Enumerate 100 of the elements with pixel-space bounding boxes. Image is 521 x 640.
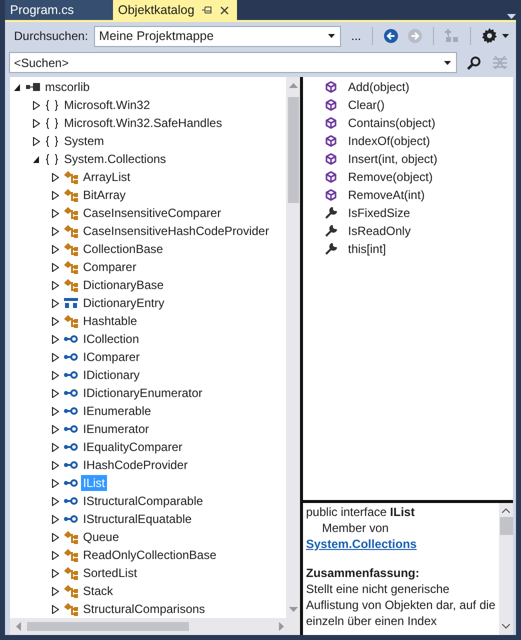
expander-icon[interactable] <box>52 334 59 344</box>
class-icon <box>64 206 78 220</box>
tree-item[interactable]: SortedList <box>81 565 140 581</box>
back-icon[interactable] <box>384 29 398 43</box>
tree-item[interactable]: IComparer <box>81 349 142 365</box>
expander-icon[interactable] <box>52 226 59 236</box>
member-item[interactable]: this[int] <box>348 242 386 256</box>
tree-item[interactable]: CollectionBase <box>81 241 166 257</box>
tree-item[interactable]: IEnumerable <box>81 403 154 419</box>
expander-icon[interactable] <box>52 172 59 182</box>
namespace-link[interactable]: System.Collections <box>306 537 417 551</box>
member-item[interactable]: Clear() <box>348 98 385 112</box>
tree-item[interactable]: System.Collections <box>62 151 168 167</box>
expander-icon[interactable] <box>52 478 59 488</box>
tree-item[interactable]: CaseInsensitiveComparer <box>81 205 224 221</box>
document-tab[interactable]: Program.cs <box>5 0 113 20</box>
tree-item[interactable]: CaseInsensitiveHashCodeProvider <box>81 223 272 239</box>
tree-item[interactable]: mscorlib <box>43 79 92 95</box>
class-icon <box>64 566 78 580</box>
expander-icon[interactable] <box>52 352 59 362</box>
interface-icon <box>64 515 78 523</box>
scroll-down-icon[interactable] <box>502 624 510 629</box>
class-icon <box>64 188 78 202</box>
assembly-icon <box>26 83 40 91</box>
expander-icon[interactable] <box>33 136 40 146</box>
tree-item[interactable]: BitArray <box>81 187 128 203</box>
tree-item[interactable]: ICollection <box>81 331 142 347</box>
expander-icon[interactable] <box>33 118 40 128</box>
tree-item[interactable]: IEqualityComparer <box>81 439 184 455</box>
member-item[interactable]: Insert(int, object) <box>348 152 438 166</box>
interface-icon <box>64 479 78 487</box>
search-icon[interactable] <box>467 56 481 70</box>
expander-icon[interactable] <box>52 568 59 578</box>
class-icon <box>64 260 78 274</box>
expander-icon[interactable] <box>52 298 59 308</box>
expander-icon[interactable] <box>52 550 59 560</box>
caret-icon[interactable] <box>502 34 509 38</box>
expander-icon[interactable] <box>33 100 40 110</box>
tree-item[interactable]: IStructuralComparable <box>81 493 206 509</box>
interface-icon <box>64 353 78 361</box>
tree-item[interactable]: DictionaryBase <box>81 277 166 293</box>
expander-icon[interactable] <box>52 244 59 254</box>
tree-item[interactable]: IStructuralEquatable <box>81 511 194 527</box>
scroll-thumb[interactable] <box>500 517 512 535</box>
tree-item[interactable]: StructuralComparisons <box>81 601 208 617</box>
expander-icon[interactable] <box>52 586 59 596</box>
tree-item[interactable]: Microsoft.Win32.SafeHandles <box>62 115 224 131</box>
settings-icon[interactable] <box>482 28 498 44</box>
expander-icon[interactable] <box>52 460 59 470</box>
member-item[interactable]: IsReadOnly <box>348 224 411 238</box>
browse-dropdown[interactable]: Meine Projektmappe <box>94 26 342 46</box>
member-item[interactable]: Remove(object) <box>348 170 433 184</box>
tree-item[interactable]: IEnumerator <box>81 421 152 437</box>
scrollbar[interactable] <box>10 618 300 635</box>
tree-item[interactable]: Microsoft.Win32 <box>62 97 152 113</box>
member-item[interactable]: IsFixedSize <box>348 206 410 220</box>
tree-item[interactable]: Comparer <box>81 259 138 275</box>
browse-more-button[interactable]: ... <box>349 29 364 43</box>
expander-icon[interactable] <box>33 154 40 164</box>
expander-icon[interactable] <box>52 496 59 506</box>
expander-icon[interactable] <box>52 262 59 272</box>
document-tab[interactable]: Objektkatalog <box>113 0 238 20</box>
expander-icon[interactable] <box>52 406 59 416</box>
member-item[interactable]: Contains(object) <box>348 116 436 130</box>
pin-icon[interactable] <box>202 6 212 14</box>
tree-item[interactable]: IDictionary <box>81 367 142 383</box>
member-item[interactable]: RemoveAt(int) <box>348 188 425 202</box>
expander-icon[interactable] <box>52 388 59 398</box>
expander-icon[interactable] <box>52 370 59 380</box>
expander-icon[interactable] <box>52 424 59 434</box>
scroll-thumb[interactable] <box>27 622 189 631</box>
expander-icon[interactable] <box>52 316 59 326</box>
expander-icon[interactable] <box>52 442 59 452</box>
tree-item[interactable]: ArrayList <box>81 169 132 185</box>
expander-icon[interactable] <box>52 532 59 542</box>
expander-icon[interactable] <box>52 604 59 614</box>
search-field[interactable]: <Suchen> <box>9 52 457 73</box>
expander-icon[interactable] <box>52 514 59 524</box>
tree-item[interactable]: System <box>62 133 106 149</box>
tree-item[interactable]: IHashCodeProvider <box>81 457 190 473</box>
expander-icon[interactable] <box>52 280 59 290</box>
method-icon <box>325 117 337 129</box>
expander-icon[interactable] <box>14 82 21 92</box>
summary-text: Stellt eine nicht generische Auflistung von Objekten dar, auf die einzeln über einen Index <box>306 581 496 629</box>
tree-item[interactable]: Stack <box>81 583 116 599</box>
expander-icon[interactable] <box>52 190 59 200</box>
scroll-thumb[interactable] <box>288 97 298 203</box>
braces-icon <box>45 136 59 146</box>
close-icon[interactable] <box>220 6 230 14</box>
tree-item[interactable]: IDictionaryEnumerator <box>81 385 204 401</box>
scrollbar[interactable] <box>499 503 513 635</box>
expander-icon[interactable] <box>52 208 59 218</box>
tree-item[interactable]: Hashtable <box>81 313 140 329</box>
tree-item[interactable]: ReadOnlyCollectionBase <box>81 547 218 563</box>
member-item[interactable]: Add(object) <box>348 80 410 94</box>
tree-item[interactable]: DictionaryEntry <box>81 295 166 311</box>
tree-item[interactable]: Queue <box>81 529 122 545</box>
member-item[interactable]: IndexOf(object) <box>348 134 430 148</box>
scroll-up-icon[interactable] <box>502 508 510 513</box>
scrollbar[interactable] <box>286 77 300 618</box>
